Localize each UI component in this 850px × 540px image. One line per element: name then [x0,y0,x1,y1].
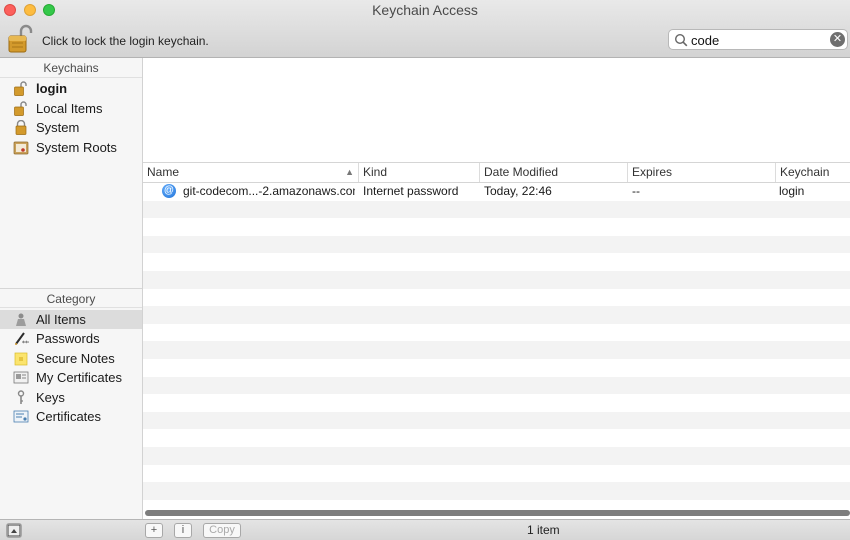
unlocked-padlock-icon [13,100,29,116]
empty-row [143,394,850,412]
add-item-button[interactable]: + [145,523,163,538]
empty-row [143,235,850,254]
sidebar-item-keys[interactable]: Keys [0,388,142,407]
get-info-button[interactable]: i [174,523,192,538]
empty-row [143,253,850,271]
sidebar-item-label: Keys [36,389,65,405]
certificate-icon [13,409,29,424]
toolbar: Keychain Access Click to lock the login … [0,0,850,58]
empty-row [143,376,850,395]
empty-row [143,341,850,359]
empty-row [143,411,850,430]
column-header-expires[interactable]: Expires [628,163,776,182]
cell-date-modified: Today, 22:46 [484,184,552,198]
empty-row [143,429,850,447]
sidebar-item-all-items[interactable]: All Items [0,309,142,329]
sidebar-item-label: Certificates [36,409,102,424]
sidebar-item-secure-notes[interactable]: Secure Notes [0,349,142,368]
sidebar: Keychains login Local Items System Syste… [0,58,143,519]
category-header: Category [0,288,142,308]
my-certificate-icon [13,370,29,385]
clear-search-icon[interactable]: ✕ [830,32,845,47]
keychain-access-window: Keychain Access Click to lock the login … [0,0,850,540]
keychains-header: Keychains [0,58,142,78]
search-input[interactable] [691,32,821,48]
all-items-icon [13,312,29,327]
sort-ascending-icon: ▲ [345,167,354,177]
svg-text:***: *** [22,340,29,346]
lock-keychain-label: Click to lock the login keychain. [42,34,209,48]
empty-row [143,359,850,377]
bottom-bar: + i Copy 1 item [0,519,850,540]
unlocked-padlock-icon [13,81,29,96]
sidebar-item-label: System [36,120,80,135]
empty-row [143,306,850,324]
sidebar-item-certificates[interactable]: Certificates [0,407,142,426]
column-header-kind[interactable]: Kind [359,163,480,182]
sidebar-item-label: All Items [36,311,86,327]
sidebar-item-login[interactable]: login [0,79,142,98]
items-table: Name ▲ Kind Date Modified Expires Keycha… [143,58,850,519]
empty-row [143,271,850,289]
sidebar-item-label: Passwords [36,331,100,346]
sidebar-item-label: My Certificates [36,370,122,385]
empty-row [143,200,850,219]
table-row[interactable]: @ git-codecom...-2.amazonaws.com Interne… [143,183,850,201]
certificate-folder-icon [13,140,29,155]
empty-row [143,447,850,465]
window-title: Keychain Access [372,2,478,18]
sidebar-item-label: Local Items [36,100,103,116]
copy-button[interactable]: Copy [203,523,241,538]
internet-password-at-icon: @ [162,184,176,198]
empty-row [143,482,850,500]
table-header: Name ▲ Kind Date Modified Expires Keycha… [143,162,850,183]
empty-row [143,324,850,342]
unlocked-padlock-icon[interactable] [7,24,33,54]
sidebar-item-passwords[interactable]: *** Passwords [0,329,142,348]
sidebar-item-label: Secure Notes [36,350,115,366]
column-header-keychain[interactable]: Keychain [776,163,850,182]
column-header-date-modified[interactable]: Date Modified [480,163,628,182]
show-category-icon[interactable] [6,523,22,538]
cell-kind: Internet password [363,184,459,198]
sidebar-item-system-roots[interactable]: System Roots [0,138,142,157]
cell-expires: -- [632,184,640,198]
table-body: @ git-codecom...-2.amazonaws.com Interne… [143,183,850,509]
secure-note-icon [13,351,29,366]
sidebar-item-local-items[interactable]: Local Items [0,99,142,118]
locked-padlock-icon [13,119,29,135]
cell-name: git-codecom...-2.amazonaws.com [183,184,355,198]
search-icon [674,33,688,47]
cell-keychain: login [779,184,805,198]
column-header-name[interactable]: Name ▲ [143,163,359,182]
empty-row [143,465,850,483]
sidebar-item-label: login [36,81,68,96]
search-field[interactable]: ✕ [668,29,848,50]
sidebar-item-my-certificates[interactable]: My Certificates [0,368,142,387]
horizontal-scrollbar[interactable] [145,510,850,516]
sidebar-item-system[interactable]: System [0,118,142,137]
key-icon [13,389,29,405]
item-count: 1 item [527,523,560,537]
password-pen-icon: *** [13,331,31,347]
sidebar-item-label: System Roots [36,139,117,155]
empty-row [143,289,850,307]
empty-row [143,218,850,236]
